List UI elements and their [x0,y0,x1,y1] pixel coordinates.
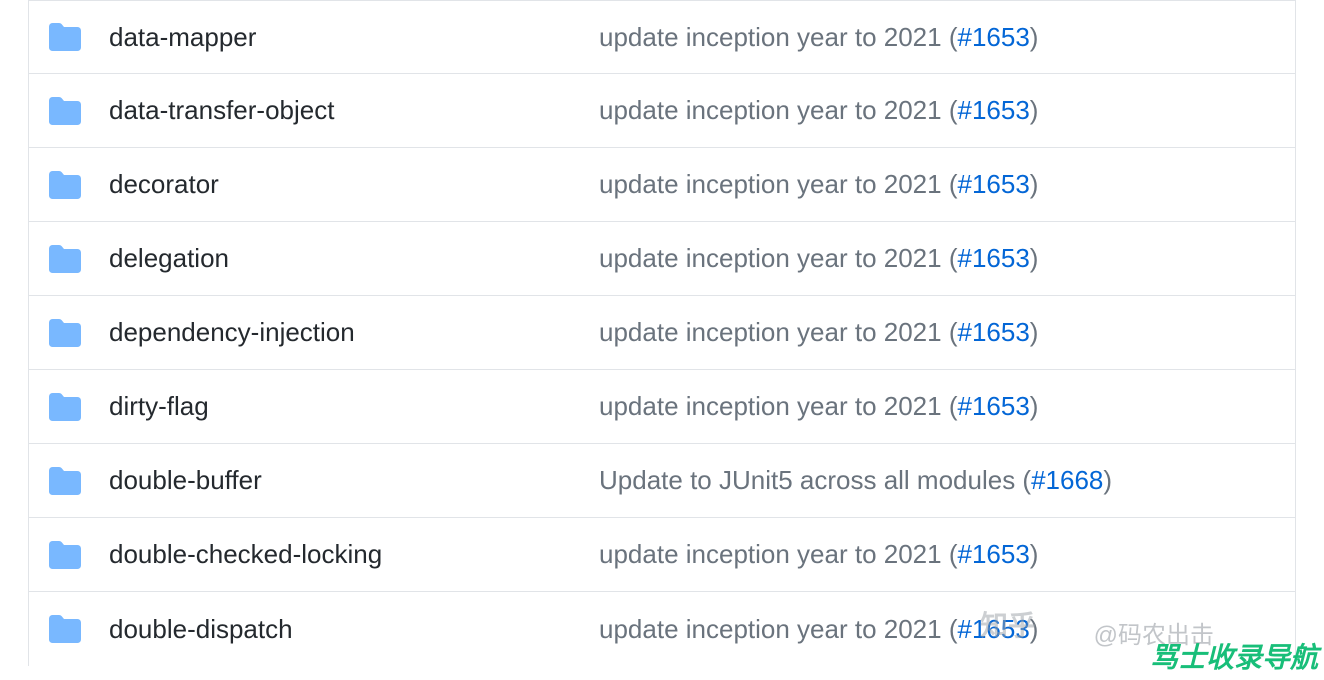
file-list: data-mapper update inception year to 202… [28,0,1296,666]
commit-text: update inception year to 2021 ( [599,539,957,569]
issue-link[interactable]: #1653 [957,391,1029,421]
folder-name-link[interactable]: decorator [109,169,599,200]
file-row[interactable]: delegation update inception year to 2021… [29,222,1295,296]
file-row[interactable]: double-buffer Update to JUnit5 across al… [29,444,1295,518]
commit-message[interactable]: Update to JUnit5 across all modules (#16… [599,465,1275,496]
folder-name-link[interactable]: dependency-injection [109,317,599,348]
issue-link[interactable]: #1653 [957,95,1029,125]
commit-text: update inception year to 2021 ( [599,243,957,273]
commit-text-suffix: ) [1103,465,1112,495]
folder-name-link[interactable]: dirty-flag [109,391,599,422]
file-row[interactable]: data-mapper update inception year to 202… [29,0,1295,74]
commit-text: Update to JUnit5 across all modules ( [599,465,1031,495]
commit-message[interactable]: update inception year to 2021 (#1653) [599,391,1275,422]
issue-link[interactable]: #1653 [957,243,1029,273]
commit-message[interactable]: update inception year to 2021 (#1653) [599,169,1275,200]
folder-icon [49,613,81,645]
commit-text: update inception year to 2021 ( [599,317,957,347]
folder-icon [49,391,81,423]
folder-icon [49,243,81,275]
commit-text: update inception year to 2021 ( [599,169,957,199]
commit-text-suffix: ) [1030,391,1039,421]
folder-icon [49,317,81,349]
commit-message[interactable]: update inception year to 2021 (#1653) [599,539,1275,570]
commit-text-suffix: ) [1030,539,1039,569]
commit-text-suffix: ) [1030,243,1039,273]
folder-name-link[interactable]: data-mapper [109,22,599,53]
watermark-site: 骂士收录导航 [1150,636,1318,676]
commit-message[interactable]: update inception year to 2021 (#1653) [599,95,1275,126]
file-row[interactable]: data-transfer-object update inception ye… [29,74,1295,148]
issue-link[interactable]: #1653 [957,539,1029,569]
folder-name-link[interactable]: double-dispatch [109,614,599,645]
folder-name-link[interactable]: double-checked-locking [109,539,599,570]
folder-icon [49,169,81,201]
watermark-zhihu: 知乎 [980,604,1036,644]
commit-text: update inception year to 2021 ( [599,22,957,52]
commit-message[interactable]: update inception year to 2021 (#1653) [599,317,1275,348]
folder-name-link[interactable]: delegation [109,243,599,274]
commit-text: update inception year to 2021 ( [599,391,957,421]
commit-text-suffix: ) [1030,169,1039,199]
folder-icon [49,539,81,571]
file-row[interactable]: dirty-flag update inception year to 2021… [29,370,1295,444]
folder-name-link[interactable]: double-buffer [109,465,599,496]
commit-text-suffix: ) [1030,22,1039,52]
file-row[interactable]: double-checked-locking update inception … [29,518,1295,592]
file-row[interactable]: dependency-injection update inception ye… [29,296,1295,370]
file-row[interactable]: decorator update inception year to 2021 … [29,148,1295,222]
commit-text-suffix: ) [1030,317,1039,347]
issue-link[interactable]: #1653 [957,317,1029,347]
commit-text: update inception year to 2021 ( [599,95,957,125]
folder-icon [49,95,81,127]
commit-text: update inception year to 2021 ( [599,614,957,644]
folder-icon [49,465,81,497]
commit-text-suffix: ) [1030,95,1039,125]
commit-message[interactable]: update inception year to 2021 (#1653) [599,243,1275,274]
folder-icon [49,21,81,53]
issue-link[interactable]: #1653 [957,169,1029,199]
commit-message[interactable]: update inception year to 2021 (#1653) [599,22,1275,53]
folder-name-link[interactable]: data-transfer-object [109,95,599,126]
issue-link[interactable]: #1653 [957,22,1029,52]
issue-link[interactable]: #1668 [1031,465,1103,495]
